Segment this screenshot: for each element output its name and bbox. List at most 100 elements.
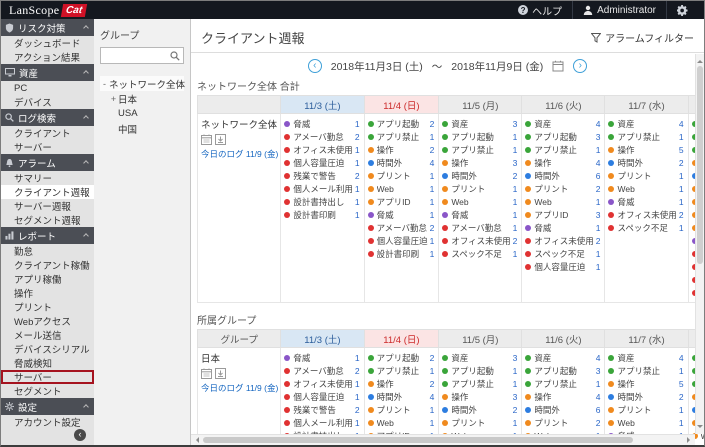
alarm-entry[interactable]: 脅威 1	[608, 195, 685, 208]
sidebar-item[interactable]: クライアント週報	[1, 185, 94, 199]
tree-expander-icon[interactable]: +	[109, 94, 118, 104]
alarm-entry[interactable]: Web 1	[525, 195, 602, 208]
alarm-entry[interactable]: アプリID 3	[525, 208, 602, 221]
vertical-scroll-thumb[interactable]	[697, 66, 703, 264]
export-icon[interactable]	[215, 134, 226, 145]
alarm-entry[interactable]: アプリ禁止 1	[442, 143, 519, 156]
alarm-entry[interactable]: プリント 1	[367, 403, 437, 416]
alarm-entry[interactable]: 時間外 2	[608, 390, 685, 403]
alarm-entry[interactable]: Web 1	[608, 182, 685, 195]
calendar-icon[interactable]	[552, 60, 564, 72]
alarm-entry[interactable]: 資産 4	[608, 117, 685, 130]
alarm-entry[interactable]: アプリ起動 2	[367, 117, 437, 130]
alarm-entry[interactable]: 操作 4	[525, 156, 602, 169]
alarm-entry[interactable]: 個人メール利用 1	[284, 416, 361, 429]
sidebar-item[interactable]: サーバー	[1, 370, 94, 384]
sidebar-collapse-button[interactable]: ‹	[74, 429, 86, 441]
alarm-entry[interactable]: 個人容量圧迫 1	[284, 156, 361, 169]
alarm-entry[interactable]: 個人メール利用 1	[284, 182, 361, 195]
today-log-link[interactable]: 今日のログ 11/9 (金)	[201, 148, 278, 160]
alarm-entry[interactable]: 時間外 4	[367, 390, 437, 403]
alarm-entry[interactable]: プリント 1	[367, 169, 437, 182]
today-log-link[interactable]: 今日のログ 11/9 (金)	[201, 382, 278, 394]
alarm-entry[interactable]: スペック不足 1	[442, 247, 519, 260]
tree-node[interactable]: - ネットワーク全体	[100, 76, 185, 91]
app-logo[interactable]: LanScope Cat	[9, 3, 88, 18]
help-button[interactable]: ? ヘルプ	[508, 1, 572, 19]
tree-node[interactable]: USA	[100, 106, 184, 121]
alarm-entry[interactable]: 設計書印刷 1	[284, 208, 361, 221]
sidebar-item[interactable]: 勤怠	[1, 244, 94, 258]
search-icon[interactable]	[170, 50, 180, 61]
sidebar-item[interactable]: アクション結果	[1, 50, 94, 64]
export-icon[interactable]	[215, 368, 226, 379]
alarm-entry[interactable]: アプリ起動 2	[367, 351, 437, 364]
sidebar-item[interactable]: サーバー週報	[1, 199, 94, 213]
weekly-calendar-icon[interactable]	[201, 368, 212, 379]
alarm-entry[interactable]: 資産 3	[442, 117, 519, 130]
sidebar-item[interactable]: PC	[1, 81, 94, 95]
alarm-entry[interactable]: アプリ禁止 1	[608, 130, 685, 143]
alarm-entry[interactable]: オフィス未使用2	[608, 208, 685, 221]
scroll-left-icon[interactable]	[193, 437, 199, 443]
alarm-entry[interactable]: アメーバ勤怠 2	[284, 364, 361, 377]
alarm-entry[interactable]: 資産 4	[608, 351, 685, 364]
scroll-right-icon[interactable]	[687, 437, 693, 443]
alarm-entry[interactable]: 資産 4	[525, 351, 602, 364]
alarm-entry[interactable]: 時間外 2	[442, 169, 519, 182]
alarm-entry[interactable]: オフィス未使用2	[525, 234, 602, 247]
alarm-entry[interactable]: 残業で警告 2	[284, 169, 361, 182]
sidebar-item[interactable]: 脅威検知	[1, 356, 94, 370]
alarm-entry[interactable]: 時間外 4	[367, 156, 437, 169]
alarm-entry[interactable]: 操作 2	[367, 143, 437, 156]
alarm-entry[interactable]: 資産 4	[525, 117, 602, 130]
alarm-filter-button[interactable]: アラームフィルター	[591, 30, 694, 45]
alarm-entry[interactable]: プリント 1	[442, 416, 519, 429]
sidebar-section-risk[interactable]: リスク対策	[1, 19, 94, 36]
tree-node[interactable]: + 日本	[100, 91, 184, 106]
sidebar-section-bell[interactable]: アラーム	[1, 154, 94, 171]
weekly-calendar-icon[interactable]	[201, 134, 212, 145]
alarm-entry[interactable]: アプリ禁止 1	[367, 364, 437, 377]
alarm-entry[interactable]: 脅威 1	[525, 221, 602, 234]
prev-week-button[interactable]: ‹	[307, 59, 322, 73]
alarm-entry[interactable]: 脅威 1	[284, 351, 361, 364]
alarm-entry[interactable]: 時間外 6	[525, 403, 602, 416]
sidebar-item[interactable]: クライアント稼働	[1, 258, 94, 272]
alarm-entry[interactable]: Web 1	[442, 195, 519, 208]
alarm-entry[interactable]: アメーバ勤怠 2	[284, 130, 361, 143]
alarm-entry[interactable]: プリント 1	[608, 169, 685, 182]
sidebar-item[interactable]: プリント	[1, 300, 94, 314]
sidebar-item[interactable]: サーバー	[1, 140, 94, 154]
alarm-entry[interactable]: 操作 4	[525, 390, 602, 403]
alarm-entry[interactable]: 時間外 2	[442, 403, 519, 416]
sidebar-item[interactable]: ダッシュボード	[1, 36, 94, 50]
alarm-entry[interactable]: プリント 1	[608, 403, 685, 416]
sidebar-item[interactable]: アプリ稼働	[1, 272, 94, 286]
horizontal-scrollbar[interactable]	[191, 434, 695, 445]
sidebar-item[interactable]: アカウント設定	[1, 415, 94, 429]
alarm-entry[interactable]: プリント 1	[442, 182, 519, 195]
alarm-entry[interactable]: アプリ禁止 1	[367, 130, 437, 143]
sidebar-section-search[interactable]: ログ検索	[1, 109, 94, 126]
horizontal-scroll-thumb[interactable]	[203, 437, 633, 443]
sidebar-item[interactable]: メール送信	[1, 328, 94, 342]
alarm-entry[interactable]: 個人容量圧迫 1	[525, 260, 602, 273]
sidebar-item[interactable]: サマリー	[1, 171, 94, 185]
alarm-entry[interactable]: アメーバ勤怠 2	[367, 221, 437, 234]
sidebar-item[interactable]: クライアント	[1, 126, 94, 140]
sidebar-section-gear[interactable]: 設定	[1, 398, 94, 415]
alarm-entry[interactable]: Web 1	[367, 416, 437, 429]
alarm-entry[interactable]: プリント 2	[525, 182, 602, 195]
next-week-button[interactable]: ›	[573, 59, 588, 73]
vertical-scrollbar[interactable]	[695, 54, 704, 434]
alarm-entry[interactable]: 脅威 1	[367, 208, 437, 221]
alarm-entry[interactable]: プリント 2	[525, 416, 602, 429]
sidebar-section-asset[interactable]: 資産	[1, 64, 94, 81]
alarm-entry[interactable]: アプリ起動 1	[442, 364, 519, 377]
alarm-entry[interactable]: アプリID 1	[367, 195, 437, 208]
alarm-entry[interactable]: オフィス未使用 1	[284, 377, 361, 390]
alarm-entry[interactable]: 時間外 6	[525, 169, 602, 182]
sidebar-section-report[interactable]: レポート	[1, 227, 94, 244]
alarm-entry[interactable]: オフィス未使用 1	[284, 143, 361, 156]
